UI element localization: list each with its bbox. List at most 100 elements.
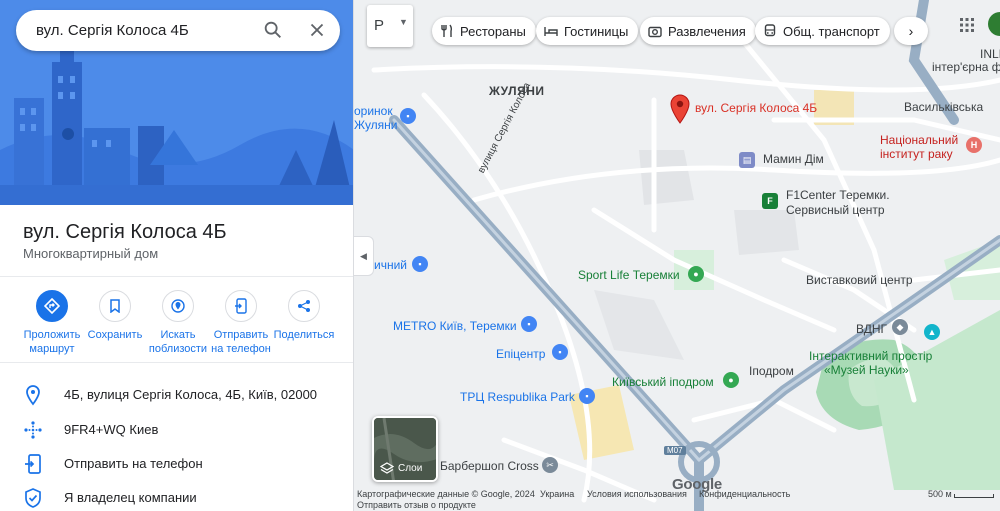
layers-button[interactable]: Слои (372, 416, 438, 482)
share-icon (288, 290, 320, 322)
nearby-icon (162, 290, 194, 322)
gym-poi-icon[interactable]: ● (688, 266, 704, 282)
map-data-credit: Картографические данные © Google, 2024 (357, 489, 535, 499)
collapse-panel-button[interactable]: ◀ (354, 236, 374, 276)
map-canvas[interactable]: Р ▼ Рестораны Гостиницы Развлечения Общ.… (354, 0, 1000, 511)
chips-next-button[interactable]: › (894, 17, 928, 45)
poi-label: ВДНГ (856, 322, 888, 336)
scale-bar (954, 494, 994, 498)
share-button[interactable]: Поделиться (272, 290, 336, 342)
poi-label: Мамин Дім (763, 152, 824, 166)
metro-label: Іподром (749, 364, 794, 378)
bookmark-icon (99, 290, 131, 322)
place-panel: вул. Сергія Колоса 4Б вул. Сергія Колоса… (0, 0, 354, 511)
poi-label: Київський іподром (612, 375, 714, 389)
country-link[interactable]: Украина (540, 489, 574, 499)
search-box[interactable]: вул. Сергія Колоса 4Б (16, 10, 340, 51)
poi-label: Sport Life Теремки (578, 268, 680, 282)
divider (0, 362, 353, 363)
chevron-down-icon: ▼ (399, 17, 408, 27)
poi-label: Інтерактивний простір (809, 349, 933, 363)
send-to-phone-icon (22, 453, 44, 475)
road-shield-label: M07 (664, 446, 686, 455)
feedback-link[interactable]: Отправить отзыв о продукте (357, 500, 476, 510)
chip-label: Рестораны (460, 23, 526, 39)
share-label: Поделиться (273, 329, 335, 341)
poi-label: F1Center Теремки. (786, 188, 890, 202)
privacy-link[interactable]: Конфиденциальность (699, 489, 790, 499)
poi-label: ичний (374, 258, 407, 272)
poi-label: Епіцентр (496, 347, 546, 361)
chip-label: Развлечения (668, 23, 746, 39)
bed-icon (544, 24, 558, 38)
poi-label: Жуляни (354, 118, 398, 132)
poi-label: інститут раку (880, 147, 953, 161)
shopping-poi-icon[interactable]: ▪ (412, 256, 428, 272)
plus-code-icon (22, 419, 44, 441)
metro-label: Васильківська (904, 100, 984, 114)
chip-entertainment[interactable]: Развлечения (640, 17, 756, 45)
chip-label: Общ. транспорт (783, 23, 880, 39)
bus-icon (763, 24, 777, 38)
barbershop-poi-icon[interactable]: ✂ (542, 457, 558, 473)
nearby-button[interactable]: Искать поблизости (146, 290, 210, 356)
scale-label[interactable]: 500 м (928, 489, 952, 499)
send-to-phone-text: Отправить на телефон (64, 456, 203, 471)
car-service-poi-icon[interactable]: F (762, 193, 778, 209)
landmark-poi-icon[interactable]: ◆ (892, 319, 908, 335)
poi-label: Сервисный центр (786, 203, 885, 217)
place-type: Многоквартирный дом (23, 246, 159, 261)
close-icon[interactable] (306, 19, 328, 41)
send-to-phone-row[interactable]: Отправить на телефон (0, 446, 353, 480)
claim-business-row[interactable]: Я владелец компании (0, 480, 353, 511)
place-title: вул. Сергія Колоса 4Б (23, 221, 227, 243)
poi-label: INLIG (980, 47, 1000, 61)
poi-label: «Музей Науки» (824, 363, 909, 377)
layers-icon (379, 461, 395, 474)
address-row[interactable]: 4Б, вулиця Сергія Колоса, 4Б, Київ, 0200… (0, 377, 353, 411)
shopping-poi-icon[interactable]: ▪ (579, 388, 595, 404)
search-icon[interactable] (262, 19, 284, 41)
park-poi-icon[interactable]: ● (723, 372, 739, 388)
shopping-poi-icon[interactable]: ▪ (400, 108, 416, 124)
chip-transit[interactable]: Общ. транспорт (755, 17, 890, 45)
nearby-label: Искать поблизости (148, 329, 208, 355)
museum-poi-icon[interactable]: ▲ (924, 324, 940, 340)
chip-hotels[interactable]: Гостиницы (536, 17, 639, 45)
metro-label: Виставковий центр (806, 273, 913, 287)
search-input[interactable]: вул. Сергія Колоса 4Б (36, 22, 189, 39)
claim-business-text: Я владелец компании (64, 490, 197, 505)
fork-knife-icon (440, 24, 454, 38)
chip-restaurants[interactable]: Рестораны (432, 17, 536, 45)
map-footer: Картографические данные © Google, 2024 У… (354, 487, 1000, 511)
selected-place-label: вул. Сергія Колоса 4Б (695, 101, 818, 115)
camera-icon (648, 24, 662, 38)
chevron-left-icon: ◀ (360, 250, 367, 261)
map-base (354, 0, 1000, 511)
save-label: Сохранить (87, 329, 143, 341)
shopping-poi-icon[interactable]: ▪ (552, 344, 568, 360)
terms-link[interactable]: Условия использования (587, 489, 687, 499)
send-to-phone-button[interactable]: Отправить на телефон (209, 290, 273, 356)
chip-label: Гостиницы (564, 23, 629, 39)
apartment-poi-icon[interactable]: ▤ (739, 152, 755, 168)
hospital-poi-icon[interactable]: H (966, 137, 982, 153)
divider (0, 276, 353, 277)
directions-button[interactable]: Проложить маршрут (20, 290, 84, 356)
directions-icon (36, 290, 68, 322)
map-type-label: Р (374, 17, 385, 34)
shopping-poi-icon[interactable]: ▪ (521, 316, 537, 332)
poi-label: METRO Київ, Теремки (393, 319, 517, 333)
poi-label: ТРЦ Respublika Park (460, 390, 575, 404)
location-pin-icon (22, 384, 44, 406)
directions-label: Проложить маршрут (23, 329, 81, 355)
map-type-button[interactable]: Р ▼ (367, 5, 413, 47)
address-text: 4Б, вулиця Сергія Колоса, 4Б, Київ, 0200… (64, 387, 318, 402)
layers-label: Слои (398, 463, 423, 474)
plus-code-row[interactable]: 9FR4+WQ Киев (0, 412, 353, 446)
selected-place-pin-icon[interactable] (670, 94, 690, 124)
apps-grid-icon[interactable] (959, 17, 975, 33)
poi-label: оринок (354, 104, 393, 118)
save-button[interactable]: Сохранить (83, 290, 147, 342)
poi-label: Барбершоп Cross (440, 459, 539, 473)
